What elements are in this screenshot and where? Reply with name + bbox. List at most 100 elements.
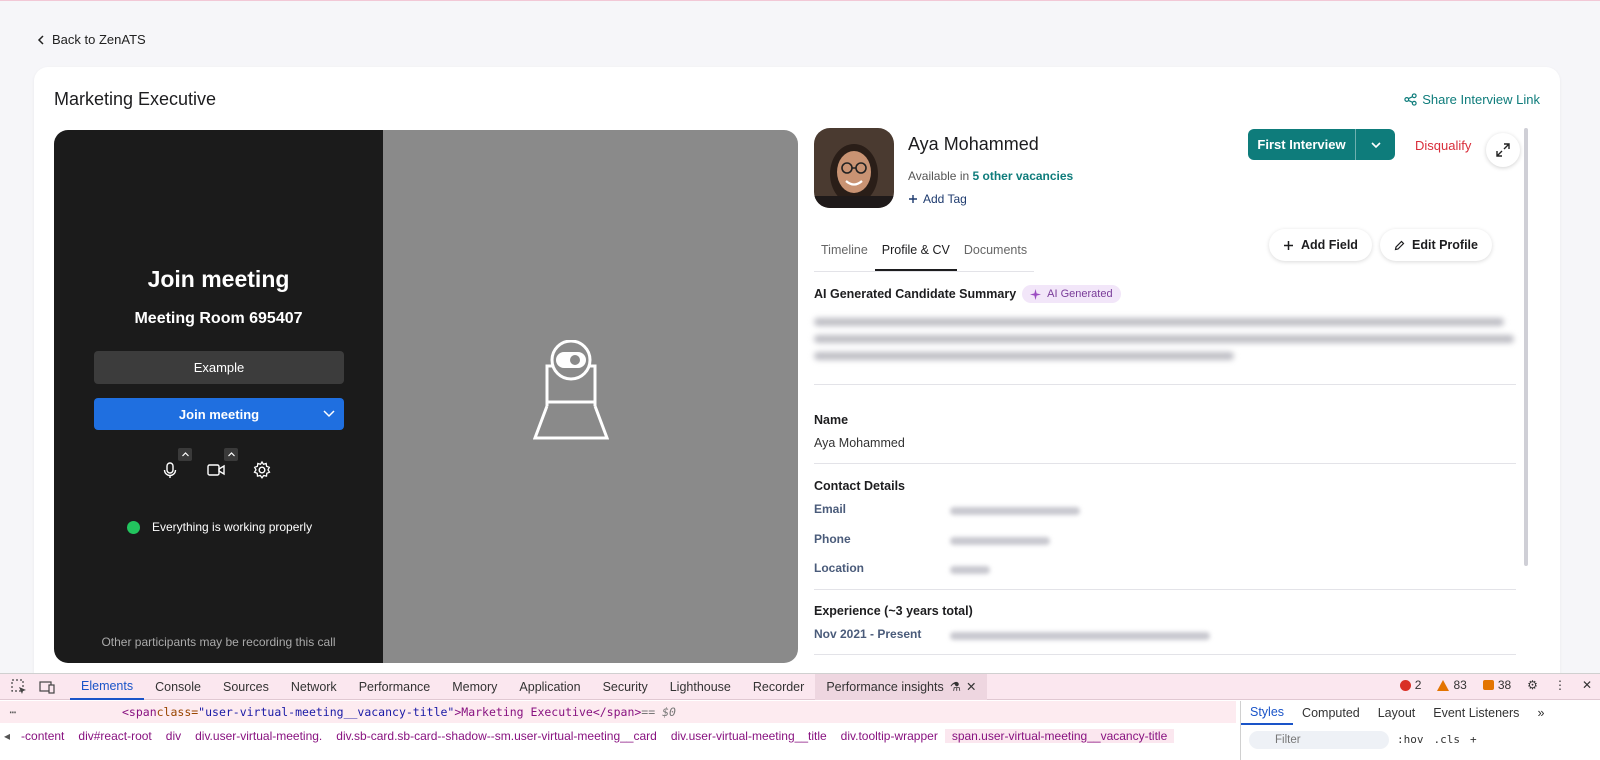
availability-prefix: Available in [908, 169, 970, 183]
stage-button[interactable]: First Interview [1248, 129, 1355, 160]
meeting-settings-button[interactable] [252, 460, 272, 480]
profile-scrollbar[interactable] [1524, 128, 1528, 566]
code-attr-value: "user-virtual-meeting__vacancy-title" [198, 705, 455, 719]
join-meeting-button[interactable]: Join meeting [94, 398, 344, 430]
side-tab-computed[interactable]: Computed [1293, 706, 1369, 720]
devtools-tab-recorder[interactable]: Recorder [742, 674, 815, 700]
meeting-room-name: Meeting Room 695407 [134, 310, 303, 327]
device-status: Everything is working properly [127, 520, 312, 534]
device-toggle-icon[interactable] [38, 678, 56, 696]
back-link[interactable]: Back to ZenATS [36, 32, 146, 47]
camera-toggle[interactable] [206, 448, 238, 480]
add-field-button[interactable]: Add Field [1269, 229, 1372, 261]
microphone-options-button[interactable] [178, 448, 192, 461]
display-name-input[interactable]: Example [94, 351, 344, 384]
candidate-photo [814, 128, 894, 208]
stage-button-group: First Interview [1248, 129, 1395, 160]
share-icon [1404, 93, 1417, 106]
devtools-tab-lighthouse[interactable]: Lighthouse [659, 674, 742, 700]
edit-profile-label: Edit Profile [1412, 238, 1478, 252]
meeting-join-panel: Join meeting Meeting Room 695407 Example… [54, 130, 383, 663]
candidate-name: Aya Mohammed [908, 134, 1039, 154]
breadcrumb-item[interactable]: -content [14, 729, 71, 743]
experience-role-blurred [950, 632, 1210, 640]
breadcrumb-item[interactable]: div.user-virtual-meeting. [188, 729, 329, 743]
issues-count[interactable]: 38 [1482, 678, 1512, 692]
issues-icon [1482, 680, 1494, 690]
ellipsis-icon[interactable]: ⋯ [0, 705, 26, 719]
candidate-avatar [814, 128, 894, 208]
close-devtools-icon[interactable]: ✕ [1582, 678, 1592, 692]
chevron-down-icon[interactable] [322, 407, 336, 421]
location-value-blurred [950, 566, 990, 574]
inspect-element-icon[interactable] [10, 678, 28, 696]
devtools-tab-performance[interactable]: Performance [348, 674, 442, 700]
devtools-tab-security[interactable]: Security [592, 674, 659, 700]
plus-icon [1284, 240, 1293, 250]
issues-count-value: 38 [1497, 678, 1512, 692]
tab-profile-cv[interactable]: Profile & CV [874, 233, 957, 271]
experience-dates: Nov 2021 - Present [814, 627, 922, 641]
breadcrumb-item[interactable]: div.sb-card.sb-card--shadow--sm.user-vir… [329, 729, 664, 743]
cls-toggle[interactable]: .cls [1434, 733, 1461, 746]
devtools-panel: Elements Console Sources Network Perform… [0, 673, 1600, 760]
interview-card: Marketing Executive Share Interview Link… [34, 67, 1560, 707]
join-meeting-label: Join meeting [178, 406, 260, 422]
code-tag-open: <span [122, 705, 157, 719]
phone-value-blurred [950, 537, 1050, 545]
code-eq: == $0 [641, 705, 676, 719]
devtools-tab-sources[interactable]: Sources [212, 674, 280, 700]
other-vacancies-link[interactable]: 5 other vacancies [973, 169, 1074, 183]
section-divider [814, 384, 1516, 385]
warning-count[interactable]: 83 [1437, 678, 1467, 692]
breadcrumb-item-selected[interactable]: span.user-virtual-meeting__vacancy-title [944, 729, 1175, 743]
contact-details-heading: Contact Details [814, 479, 905, 493]
breadcrumb-item[interactable]: div.user-virtual-meeting__title [664, 729, 834, 743]
location-label: Location [814, 561, 864, 575]
warning-icon [1437, 679, 1450, 691]
devtools-tab-performance-insights[interactable]: Performance insights ⚗ ✕ [815, 673, 988, 700]
camera-options-button[interactable] [224, 448, 238, 461]
chevron-up-icon [227, 452, 235, 457]
devtools-tab-elements[interactable]: Elements [70, 674, 145, 700]
styles-pane-tabs: Styles Computed Layout Event Listeners » [1241, 701, 1600, 725]
dom-selected-line[interactable]: ⋯ <span class= "user-virtual-meeting__va… [0, 701, 1236, 723]
breadcrumb-item[interactable]: div#react-root [71, 729, 158, 743]
devtools-settings-icon[interactable]: ⚙ [1527, 678, 1538, 692]
camera-preview [383, 130, 798, 663]
stage-dropdown-button[interactable] [1355, 129, 1395, 160]
expand-button[interactable] [1486, 133, 1520, 167]
add-tag-button[interactable]: Add Tag [908, 192, 967, 206]
devtools-toolbar: Elements Console Sources Network Perform… [0, 673, 1600, 700]
add-rule-icon[interactable]: + [1470, 733, 1477, 746]
more-options-icon[interactable]: ⋮ [1554, 678, 1566, 692]
tab-timeline[interactable]: Timeline [814, 233, 875, 271]
status-ok-dot [127, 520, 140, 534]
devtools-tab-network[interactable]: Network [280, 674, 348, 700]
breadcrumb-scroll-left-icon[interactable]: ◂ [0, 729, 14, 743]
side-tab-layout[interactable]: Layout [1369, 706, 1425, 720]
breadcrumb-item[interactable]: div.tooltip-wrapper [834, 729, 945, 743]
microphone-icon [163, 462, 177, 478]
styles-filter-input[interactable]: Filter [1249, 731, 1389, 749]
hov-toggle[interactable]: :hov [1397, 733, 1424, 746]
section-divider [814, 463, 1516, 464]
disqualify-button[interactable]: Disqualify [1415, 138, 1471, 153]
section-divider [814, 654, 1516, 655]
ai-summary-text-blurred [814, 309, 1514, 360]
close-tab-icon[interactable]: ✕ [966, 679, 976, 694]
devtools-tab-console[interactable]: Console [144, 674, 212, 700]
side-tab-styles[interactable]: Styles [1241, 701, 1294, 725]
add-tag-label: Add Tag [923, 192, 967, 206]
tab-documents[interactable]: Documents [957, 233, 1034, 271]
devtools-tab-application[interactable]: Application [508, 674, 591, 700]
edit-profile-button[interactable]: Edit Profile [1380, 229, 1492, 261]
devtools-tab-memory[interactable]: Memory [441, 674, 508, 700]
more-tabs-icon[interactable]: » [1528, 706, 1553, 720]
breadcrumb-item[interactable]: div [159, 729, 188, 743]
side-tab-event-listeners[interactable]: Event Listeners [1424, 706, 1528, 720]
error-count[interactable]: 2 [1399, 678, 1421, 692]
devtools-styles-pane: Styles Computed Layout Event Listeners »… [1240, 701, 1600, 760]
microphone-toggle[interactable] [160, 448, 192, 480]
share-interview-link[interactable]: Share Interview Link [1404, 92, 1540, 107]
